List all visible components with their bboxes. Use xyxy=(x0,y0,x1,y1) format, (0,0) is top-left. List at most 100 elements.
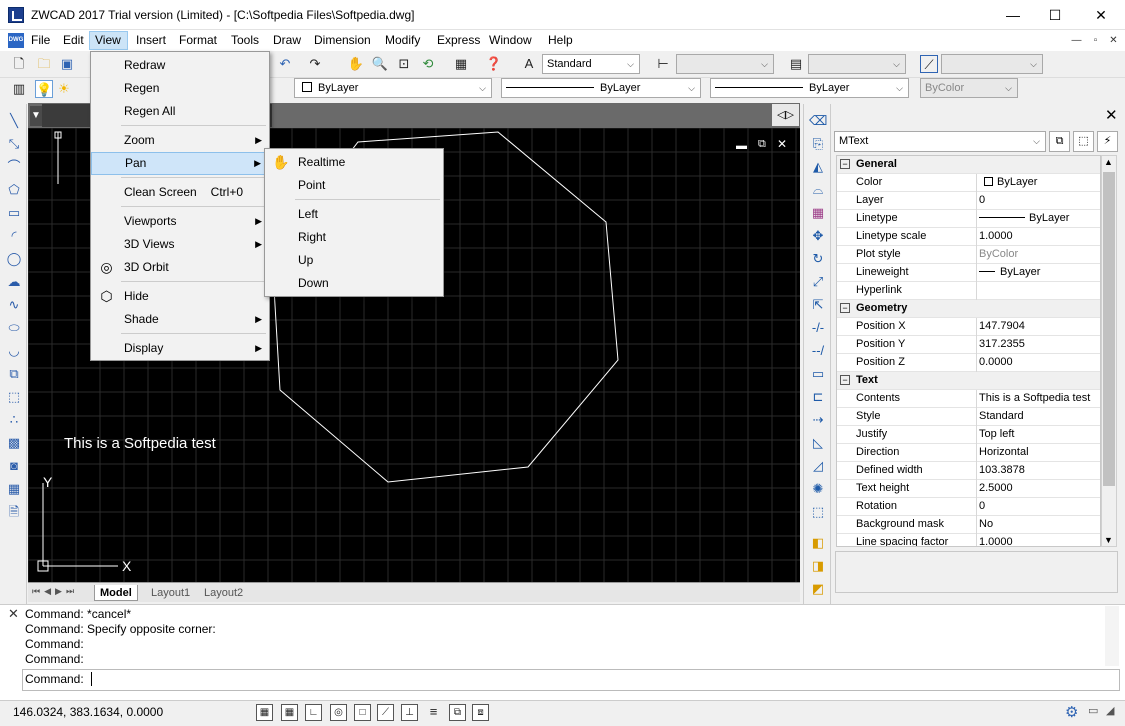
scroll-down-icon[interactable]: ▼ xyxy=(1104,535,1113,545)
minimize-button[interactable]: — xyxy=(990,0,1036,30)
point-icon[interactable]: ∴ xyxy=(5,411,23,429)
property-row[interactable]: Rotation 0 xyxy=(837,498,1100,516)
property-row[interactable]: Linetype ByLayer xyxy=(837,210,1100,228)
save-icon[interactable]: ▣ xyxy=(58,55,76,73)
spline-icon[interactable]: ∿ xyxy=(5,296,23,314)
snap-icon[interactable]: ▦ xyxy=(256,704,273,721)
menu-modify[interactable]: Modify xyxy=(380,31,425,50)
properties-scroll-thumb[interactable] xyxy=(1103,172,1115,486)
menu-edit[interactable]: Edit xyxy=(58,31,89,50)
quick-select-icon[interactable]: ⚡ xyxy=(1097,131,1118,152)
ortho-icon[interactable]: ∟ xyxy=(305,704,322,721)
mtext-icon[interactable]: 🗎 xyxy=(5,503,23,521)
clean-screen-icon[interactable]: ▭ xyxy=(1088,704,1098,717)
edit-hatch-icon[interactable]: ⬚ xyxy=(809,503,827,521)
menu-item-3d-views[interactable]: 3D Views ▶ xyxy=(91,233,269,256)
menu-item-3d-orbit[interactable]: ◎ 3D Orbit xyxy=(91,256,269,279)
close-button[interactable]: ✕ xyxy=(1078,0,1124,30)
menu-item-pan-point[interactable]: Point xyxy=(265,174,443,197)
rotate-icon[interactable]: ↻ xyxy=(809,250,827,268)
menu-view[interactable]: View xyxy=(89,31,128,50)
property-row[interactable]: Justify Top left xyxy=(837,426,1100,444)
menu-window[interactable]: Window xyxy=(484,31,537,50)
menu-format[interactable]: Format xyxy=(174,31,222,50)
circle-icon[interactable]: ◯ xyxy=(5,250,23,268)
color-select[interactable]: ByLayer ⌵ xyxy=(294,78,492,98)
status-menu-icon[interactable]: ◢ xyxy=(1106,704,1114,717)
property-row[interactable]: Line spacing factor 1.0000 xyxy=(837,534,1100,546)
dyn-ucs-icon[interactable]: ⊥ xyxy=(401,704,418,721)
break-icon[interactable]: ▭ xyxy=(809,365,827,383)
property-row[interactable]: Color ByLayer xyxy=(837,174,1100,192)
tab-menu-chevron-icon[interactable]: ▼ xyxy=(30,106,42,126)
construction-line-icon[interactable]: ⤡ xyxy=(5,135,23,153)
fillet-icon[interactable]: ◺ xyxy=(809,434,827,452)
erase-icon[interactable]: ⌫ xyxy=(809,112,827,130)
property-value[interactable]: ByColor xyxy=(978,246,1100,263)
linetype-select[interactable]: ByLayer ⌵ xyxy=(501,78,701,98)
insert-block-icon[interactable]: ⧉ xyxy=(5,365,23,383)
command-close-icon[interactable]: ✕ xyxy=(8,606,19,622)
property-value[interactable]: 0 xyxy=(978,498,1100,515)
menu-item-shade[interactable]: Shade ▶ xyxy=(91,308,269,331)
polygon-icon[interactable]: ⬠ xyxy=(5,181,23,199)
viewport-restore-icon[interactable]: ⧉ xyxy=(758,138,766,151)
dim-style-icon[interactable]: ⊢ xyxy=(654,55,672,73)
property-row[interactable]: Hyperlink xyxy=(837,282,1100,300)
open-file-icon[interactable]: 🗀 xyxy=(35,55,53,73)
document-icon[interactable]: DWG xyxy=(8,33,24,48)
copy-icon[interactable]: ⎘ xyxy=(809,135,827,153)
hatch-icon[interactable]: ▩ xyxy=(5,434,23,452)
menu-tools[interactable]: Tools xyxy=(226,31,264,50)
doc-restore-button[interactable]: ▫ xyxy=(1088,33,1103,48)
draw-order-icon[interactable]: ◧ xyxy=(809,534,827,552)
rectangle-icon[interactable]: ▭ xyxy=(5,204,23,222)
property-value[interactable]: 2.5000 xyxy=(978,480,1100,497)
menu-item-display[interactable]: Display ▶ xyxy=(91,337,269,360)
osnap-icon[interactable]: □ xyxy=(354,704,371,721)
redo-icon[interactable]: ↷ xyxy=(306,55,324,73)
property-row[interactable]: Position Y 317.2355 xyxy=(837,336,1100,354)
property-group-header[interactable]: − Geometry xyxy=(837,300,1100,318)
property-value[interactable]: Horizontal xyxy=(978,444,1100,461)
property-value[interactable]: 1.0000 xyxy=(978,228,1100,245)
property-group-header[interactable]: − Text xyxy=(837,372,1100,390)
tab-layout1[interactable]: Layout1 xyxy=(146,585,195,601)
join-icon[interactable]: ⊏ xyxy=(809,388,827,406)
table-style-select[interactable]: ⌵ xyxy=(808,54,906,74)
object-type-select[interactable]: MText ⌵ xyxy=(834,131,1046,152)
property-value[interactable]: 147.7904 xyxy=(978,318,1100,335)
revision-cloud-icon[interactable]: ☁ xyxy=(5,273,23,291)
property-value[interactable]: ByLayer xyxy=(978,264,1100,281)
zoom-previous-icon[interactable]: ⟲ xyxy=(419,55,437,73)
property-row[interactable]: Layer 0 xyxy=(837,192,1100,210)
mtext-object[interactable]: This is a Softpedia test xyxy=(64,435,216,452)
menu-item-regen[interactable]: Regen xyxy=(91,77,269,100)
command-scrollbar[interactable] xyxy=(1105,606,1119,666)
menu-dimension[interactable]: Dimension xyxy=(309,31,376,50)
chamfer-icon[interactable]: ⇢ xyxy=(809,411,827,429)
layout-nav-arrows[interactable]: ⏮◀▶⏭ xyxy=(32,586,78,597)
extend-icon[interactable]: --/ xyxy=(809,342,827,360)
menu-express[interactable]: Express xyxy=(432,31,485,50)
property-row[interactable]: Contents This is a Softpedia test xyxy=(837,390,1100,408)
menu-file[interactable]: File xyxy=(26,31,55,50)
ellipse-icon[interactable]: ⬭ xyxy=(5,319,23,337)
menu-draw[interactable]: Draw xyxy=(268,31,306,50)
property-value[interactable]: 1.0000 xyxy=(978,534,1100,546)
polyline-icon[interactable]: ⌒ xyxy=(5,158,23,176)
maximize-button[interactable]: ☐ xyxy=(1032,0,1078,30)
menu-item-pan-left[interactable]: Left xyxy=(265,203,443,226)
tab-model[interactable]: Model xyxy=(94,585,138,601)
menu-item-redraw[interactable]: Redraw xyxy=(91,54,269,77)
calculator-icon[interactable]: ▦ xyxy=(452,55,470,73)
stretch-icon[interactable]: ⇱ xyxy=(809,296,827,314)
collapse-icon[interactable]: − xyxy=(840,159,850,169)
toggle-pickadd-icon[interactable]: ⧉ xyxy=(1049,131,1070,152)
plot-style-select[interactable]: ByColor ⌵ xyxy=(920,78,1018,98)
property-value[interactable]: No xyxy=(978,516,1100,533)
selection-cycling-icon[interactable]: ⧈ xyxy=(472,704,489,721)
property-value[interactable]: 317.2355 xyxy=(978,336,1100,353)
help-icon[interactable]: ❓ xyxy=(485,55,503,73)
property-value[interactable]: This is a Softpedia test xyxy=(978,390,1100,407)
